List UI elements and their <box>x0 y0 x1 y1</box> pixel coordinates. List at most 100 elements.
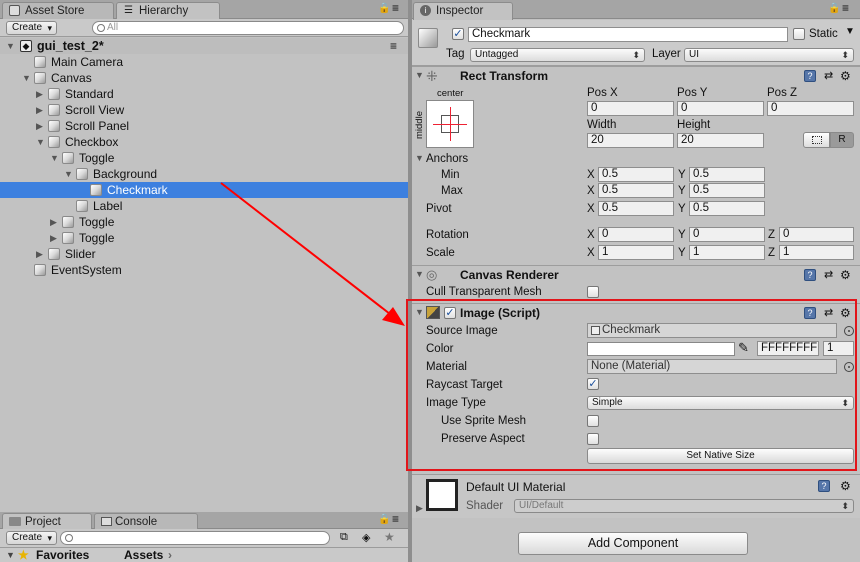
raycast-target-checkbox[interactable]: ✓ <box>587 378 599 390</box>
height-field[interactable]: 20 <box>677 133 764 148</box>
canvas-renderer-header[interactable]: ▼ ◎ Canvas Renderer ? ⇄ ⚙ <box>412 265 860 284</box>
blueprint-button[interactable] <box>803 132 830 148</box>
help-icon[interactable]: ? <box>804 269 816 281</box>
tree-item-scroll-panel[interactable]: ▶ Scroll Panel <box>0 118 408 134</box>
tree-item-toggle-3[interactable]: ▶ Toggle <box>0 230 408 246</box>
lock-icon[interactable]: 🔒 <box>378 514 390 525</box>
gear-icon[interactable]: ⚙ <box>840 479 851 493</box>
presets-icon[interactable]: ⇄ <box>824 306 833 319</box>
scale-y-field[interactable]: 1 <box>689 245 765 260</box>
tag-dropdown[interactable]: Untagged <box>470 48 645 62</box>
gear-icon[interactable]: ⚙ <box>840 268 851 282</box>
expand-arrow-icon[interactable]: ▼ <box>415 307 424 317</box>
color-hex-field[interactable]: FFFFFFFF <box>757 341 819 356</box>
expand-arrow-icon[interactable]: ▼ <box>22 70 31 86</box>
expand-arrow-icon[interactable]: ▼ <box>415 153 424 163</box>
tab-asset-store[interactable]: Asset Store <box>2 2 114 19</box>
shader-dropdown[interactable]: UI/Default <box>514 499 854 513</box>
image-script-header[interactable]: ▼ ✓ Image (Script) ? ⇄ ⚙ <box>412 303 860 322</box>
eyedropper-icon[interactable]: ✎ <box>738 340 749 356</box>
pos-y-field[interactable]: 0 <box>677 101 764 116</box>
tree-item-background[interactable]: ▼ Background <box>0 166 408 182</box>
image-type-dropdown[interactable]: Simple <box>587 396 854 410</box>
expand-arrow-icon[interactable]: ▼ <box>6 38 15 54</box>
width-field[interactable]: 20 <box>587 133 674 148</box>
rotation-z-field[interactable]: 0 <box>779 227 854 242</box>
lock-icon[interactable]: 🔒 <box>378 3 390 14</box>
panel-menu-icon[interactable]: ≡ <box>392 1 399 15</box>
rect-transform-header[interactable]: ▼ ⁜ Rect Transform ? ⇄ ⚙ <box>412 66 860 85</box>
rotation-y-field[interactable]: 0 <box>689 227 765 242</box>
tree-item-canvas[interactable]: ▼ Canvas <box>0 70 408 86</box>
pivot-y-field[interactable]: 0.5 <box>689 201 765 216</box>
collapse-arrow-icon[interactable]: ▶ <box>50 230 57 246</box>
scene-menu-icon[interactable]: ≡ <box>390 38 397 54</box>
anchor-min-y-field[interactable]: 0.5 <box>689 167 765 182</box>
rotation-x-field[interactable]: 0 <box>598 227 674 242</box>
tree-item-checkbox[interactable]: ▼ Checkbox <box>0 134 408 150</box>
panel-menu-icon[interactable]: ≡ <box>842 1 849 15</box>
expand-arrow-icon[interactable]: ▼ <box>6 548 15 562</box>
color-alpha-field[interactable]: 1 <box>823 341 854 356</box>
static-checkbox[interactable] <box>793 28 805 40</box>
project-search-input[interactable] <box>60 531 330 545</box>
expand-arrow-icon[interactable]: ▼ <box>415 70 424 80</box>
use-sprite-mesh-checkbox[interactable] <box>587 415 599 427</box>
static-dropdown-icon[interactable]: ▼ <box>845 26 855 37</box>
anchor-max-y-field[interactable]: 0.5 <box>689 183 765 198</box>
image-enabled-checkbox[interactable]: ✓ <box>444 307 456 319</box>
expand-arrow-icon[interactable]: ▼ <box>50 150 59 166</box>
tree-item-label[interactable]: Label <box>0 198 408 214</box>
tree-item-main-camera[interactable]: Main Camera <box>0 54 408 70</box>
project-create-button[interactable]: Create <box>6 531 58 545</box>
expand-arrow-icon[interactable]: ▼ <box>36 134 45 150</box>
active-checkbox[interactable]: ✓ <box>452 28 464 40</box>
scale-z-field[interactable]: 1 <box>779 245 854 260</box>
collapse-arrow-icon[interactable]: ▶ <box>36 102 43 118</box>
pivot-x-field[interactable]: 0.5 <box>598 201 674 216</box>
filter-type-icon[interactable]: ⧉ <box>340 531 348 544</box>
anchor-max-x-field[interactable]: 0.5 <box>598 183 674 198</box>
preserve-aspect-checkbox[interactable] <box>587 433 599 445</box>
gear-icon[interactable]: ⚙ <box>840 69 851 83</box>
collapse-arrow-icon[interactable]: ▶ <box>36 86 43 102</box>
collapse-arrow-icon[interactable]: ▶ <box>50 214 57 230</box>
search-input[interactable]: All <box>92 21 404 35</box>
scene-row[interactable]: ▼ ◆ gui_test_2* ≡ <box>0 38 408 54</box>
presets-icon[interactable]: ⇄ <box>824 268 833 281</box>
help-icon[interactable]: ? <box>818 480 830 492</box>
color-swatch[interactable] <box>587 342 735 356</box>
collapse-arrow-icon[interactable]: ▶ <box>416 503 423 514</box>
presets-icon[interactable]: ⇄ <box>824 69 833 82</box>
object-picker-icon[interactable] <box>844 362 854 372</box>
anchor-presets-button[interactable] <box>426 100 474 148</box>
tree-item-slider[interactable]: ▶ Slider <box>0 246 408 262</box>
cull-transparent-checkbox[interactable] <box>587 286 599 298</box>
collapse-arrow-icon[interactable]: ▶ <box>36 246 43 262</box>
tab-hierarchy[interactable]: ☰ Hierarchy <box>116 2 220 20</box>
set-native-size-button[interactable]: Set Native Size <box>587 448 854 464</box>
object-picker-icon[interactable] <box>844 326 854 336</box>
tree-item-checkmark[interactable]: Checkmark <box>0 182 408 198</box>
tab-inspector[interactable]: i Inspector <box>413 2 513 20</box>
expand-arrow-icon[interactable]: ▼ <box>415 269 424 279</box>
assets-breadcrumb[interactable]: Assets <box>124 548 163 562</box>
add-component-button[interactable]: Add Component <box>518 532 748 555</box>
scale-x-field[interactable]: 1 <box>598 245 674 260</box>
collapse-arrow-icon[interactable]: ▶ <box>36 118 43 134</box>
material-field[interactable]: None (Material) <box>587 359 837 374</box>
source-image-field[interactable]: Checkmark <box>587 323 837 338</box>
panel-menu-icon[interactable]: ≡ <box>392 512 399 526</box>
gear-icon[interactable]: ⚙ <box>840 306 851 320</box>
help-icon[interactable]: ? <box>804 70 816 82</box>
expand-arrow-icon[interactable]: ▼ <box>64 166 73 182</box>
raw-edit-button[interactable]: R <box>830 132 854 148</box>
tree-item-standard[interactable]: ▶ Standard <box>0 86 408 102</box>
filter-label-icon[interactable]: ◈ <box>362 531 370 544</box>
lock-icon[interactable]: 🔒 <box>828 3 840 14</box>
create-button[interactable]: Create <box>6 21 58 35</box>
help-icon[interactable]: ? <box>804 307 816 319</box>
favorites-label[interactable]: Favorites <box>36 548 89 562</box>
pos-x-field[interactable]: 0 <box>587 101 674 116</box>
tree-item-scroll-view[interactable]: ▶ Scroll View <box>0 102 408 118</box>
